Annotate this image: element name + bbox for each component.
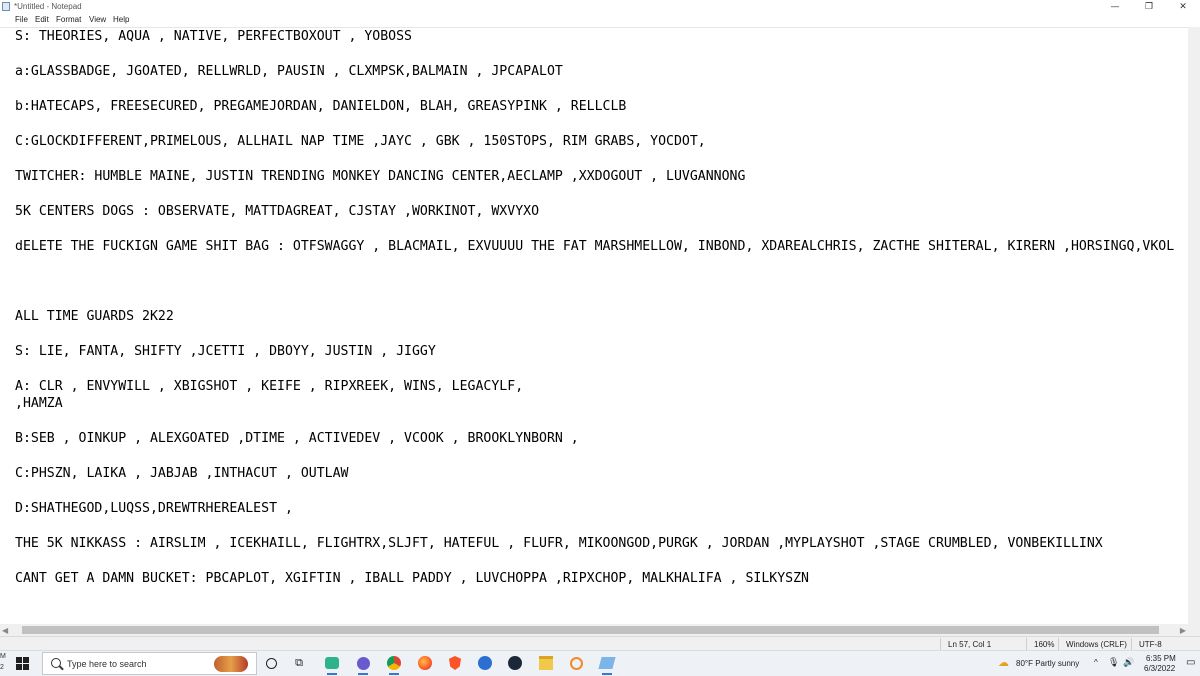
search-placeholder: Type here to search [67, 659, 147, 669]
chrome-icon[interactable] [386, 655, 402, 675]
maximize-button[interactable]: ❐ [1132, 0, 1166, 14]
steam-icon[interactable] [507, 655, 523, 671]
status-divider [1058, 638, 1059, 650]
vertical-scrollbar[interactable] [1188, 27, 1200, 624]
menu-view[interactable]: View [89, 15, 106, 24]
text-line: D:SHATHEGOD,LUQSS,DREWTRHEREALEST , [15, 501, 293, 516]
status-divider [1026, 638, 1027, 650]
weather-text[interactable]: 80°F Partly sunny [1016, 659, 1079, 668]
menu-help[interactable]: Help [113, 15, 129, 24]
brave-icon[interactable] [447, 655, 463, 671]
line-ending: Windows (CRLF) [1066, 640, 1127, 649]
text-line: C:GLOCKDIFFERENT,PRIMELOUS, ALLHAIL NAP … [15, 134, 706, 149]
meet-icon[interactable] [355, 655, 371, 675]
encoding: UTF-8 [1139, 640, 1162, 649]
status-divider [940, 638, 941, 650]
search-icon [51, 658, 61, 668]
text-line: THE 5K NIKKASS : AIRSLIM , ICEKHAILL, FL… [15, 536, 1103, 551]
cursor-position: Ln 57, Col 1 [948, 640, 992, 649]
scrollbar-thumb[interactable] [22, 626, 1159, 634]
text-line: ALL TIME GUARDS 2K22 [15, 309, 174, 324]
text-line: TWITCHER: HUMBLE MAINE, JUSTIN TRENDING … [15, 169, 746, 184]
vpn-icon[interactable] [477, 655, 493, 671]
text-editor[interactable]: S: THEORIES, AQUA , NATIVE, PERFECTBOXOU… [0, 27, 1188, 625]
scrollbar-corner [1188, 624, 1200, 636]
notification-icon[interactable]: ▭ [1186, 657, 1195, 668]
widgets-icon[interactable] [324, 655, 340, 675]
text-line: C:PHSZN, LAIKA , JABJAB ,INTHACUT , OUTL… [15, 466, 349, 481]
taskbar: M 2 Type here to search ⧉ ☁ 80°F Partly … [0, 650, 1200, 676]
zoom-level: 160% [1034, 640, 1055, 649]
menu-edit[interactable]: Edit [35, 15, 49, 24]
text-line: B:SEB , OINKUP , ALEXGOATED ,DTIME , ACT… [15, 431, 579, 446]
menu-bar: File Edit Format View Help [0, 14, 1200, 27]
window-title: *Untitled - Notepad [14, 2, 82, 11]
text-line: A: CLR , ENVYWILL , XBIGSHOT , KEIFE , R… [15, 379, 524, 394]
scroll-left-icon[interactable]: ◀ [2, 626, 8, 635]
status-bar: Ln 57, Col 1 160% Windows (CRLF) UTF-8 [0, 636, 1200, 651]
volume-icon[interactable]: 🔊 [1123, 657, 1134, 668]
menu-format[interactable]: Format [56, 15, 81, 24]
text-line: ,HAMZA [15, 396, 63, 411]
menu-file[interactable]: File [15, 15, 28, 24]
microphone-icon[interactable]: 🎙 [1108, 657, 1119, 668]
notepad-taskbar-icon[interactable] [598, 655, 616, 675]
app-icon[interactable] [568, 655, 584, 671]
minimize-button[interactable]: — [1098, 0, 1132, 14]
firefox-icon[interactable] [417, 655, 433, 671]
scroll-right-icon[interactable]: ▶ [1180, 626, 1186, 635]
text-line: S: LIE, FANTA, SHIFTY ,JCETTI , DBOYY, J… [15, 344, 436, 359]
file-explorer-icon[interactable] [538, 655, 554, 671]
task-view-icon[interactable]: ⧉ [291, 655, 307, 671]
cortana-icon[interactable] [263, 655, 279, 671]
edge-label-top: M [0, 653, 6, 660]
text-line: CANT GET A DAMN BUCKET: PBCAPLOT, XGIFTI… [15, 571, 809, 586]
search-highlight-icon [214, 656, 248, 672]
text-line: b:HATECAPS, FREESECURED, PREGAMEJORDAN, … [15, 99, 627, 114]
text-line: 5K CENTERS DOGS : OBSERVATE, MATTDAGREAT… [15, 204, 540, 219]
text-line: dELETE THE FUCKIGN GAME SHIT BAG : OTFSW… [15, 239, 1175, 254]
text-line: S: THEORIES, AQUA , NATIVE, PERFECTBOXOU… [15, 29, 412, 44]
status-divider [1131, 638, 1132, 650]
windows-start-icon[interactable] [16, 657, 29, 670]
window-controls: — ❐ ✕ [1098, 0, 1200, 14]
horizontal-scrollbar[interactable]: ◀ ▶ [0, 624, 1188, 636]
text-line: a:GLASSBADGE, JGOATED, RELLWRLD, PAUSIN … [15, 64, 563, 79]
title-bar: *Untitled - Notepad — ❐ ✕ [0, 0, 1200, 14]
weather-icon[interactable]: ☁ [998, 656, 1009, 669]
clock-date[interactable]: 6/3/2022 [1144, 664, 1175, 673]
taskbar-search-input[interactable]: Type here to search [42, 652, 257, 675]
clock-time[interactable]: 6:35 PM [1146, 654, 1176, 663]
chevron-up-icon[interactable]: ^ [1094, 658, 1098, 667]
notepad-icon [2, 2, 10, 11]
close-button[interactable]: ✕ [1166, 0, 1200, 14]
edge-label-bottom: 2 [0, 664, 4, 671]
